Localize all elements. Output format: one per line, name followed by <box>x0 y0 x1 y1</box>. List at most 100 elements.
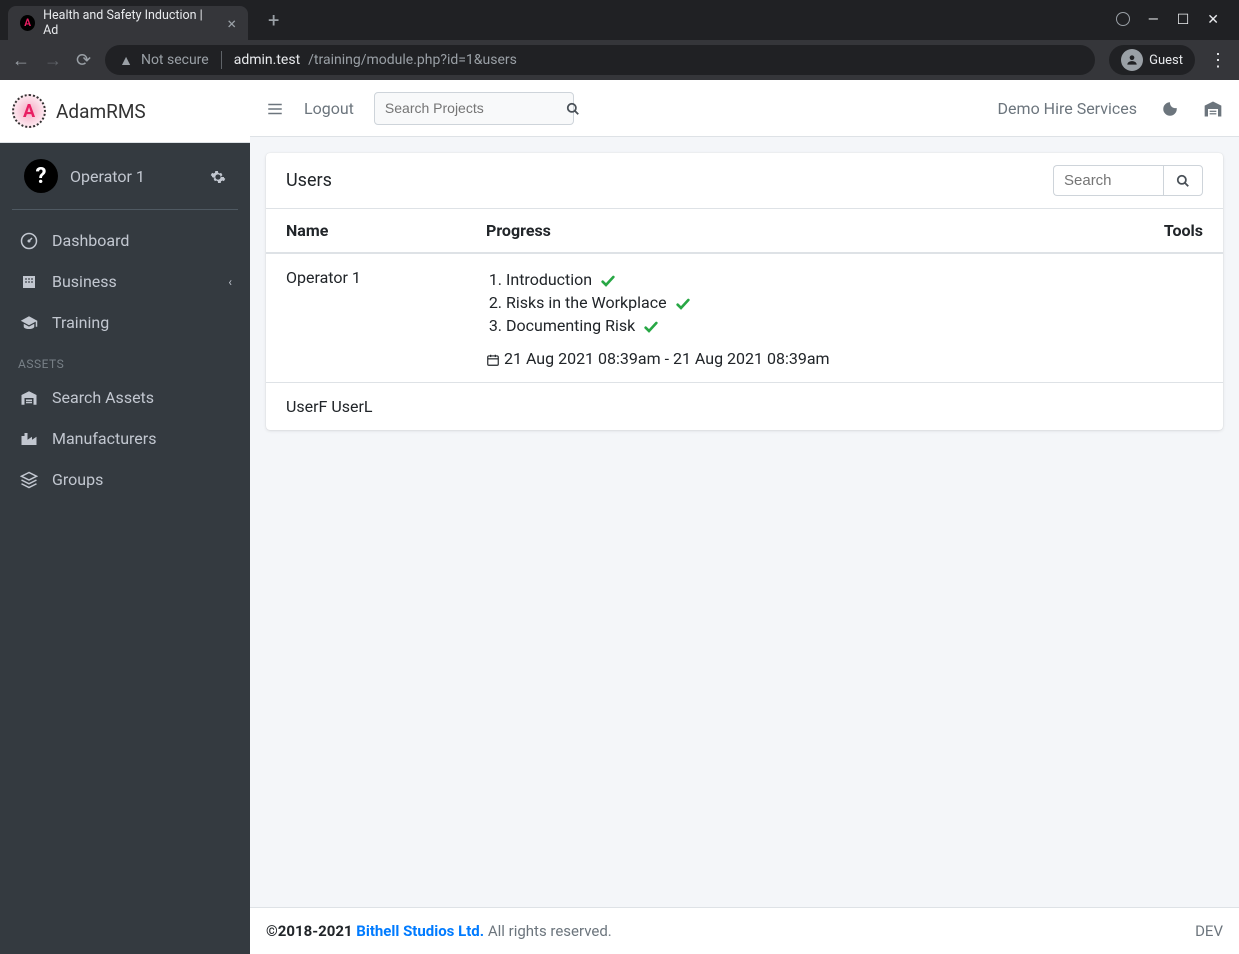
guest-avatar-icon <box>1121 49 1143 71</box>
users-card: Users Name Progress Tools <box>266 153 1223 430</box>
cell-progress <box>466 383 1094 431</box>
check-icon <box>675 293 691 312</box>
calendar-icon <box>486 349 500 368</box>
sidebar-item-manufacturers[interactable]: Manufacturers <box>8 418 242 459</box>
app-container: A AdamRMS ? Operator 1 Dashboard Busines… <box>0 80 1239 954</box>
project-search-input[interactable] <box>385 100 566 116</box>
tab-close-icon[interactable]: × <box>227 14 236 33</box>
industry-icon <box>18 428 40 449</box>
building-icon <box>18 271 40 292</box>
sidebar: A AdamRMS ? Operator 1 Dashboard Busines… <box>0 80 250 954</box>
nav-menu: Dashboard Business ‹ Training ASSETS <box>0 210 250 954</box>
security-label: Not secure <box>141 52 209 68</box>
tab-bar: A Health and Safety Induction | Ad × + —… <box>0 0 1239 40</box>
window-controls: — ☐ ✕ <box>1116 12 1231 28</box>
reload-icon[interactable]: ⟳ <box>76 50 91 71</box>
nav-header-assets: ASSETS <box>8 343 242 377</box>
org-name[interactable]: Demo Hire Services <box>998 99 1137 118</box>
user-name[interactable]: Operator 1 <box>70 167 145 186</box>
chevron-left-icon: ‹ <box>228 275 232 289</box>
sidebar-item-search-assets[interactable]: Search Assets <box>8 377 242 418</box>
card-search-button[interactable] <box>1163 165 1203 196</box>
company-link[interactable]: Bithell Studios Ltd. <box>356 922 484 940</box>
url-host: admin.test <box>234 52 300 68</box>
content-area: Users Name Progress Tools <box>250 137 1239 907</box>
account-circle-icon[interactable] <box>1116 12 1130 26</box>
cell-name: UserF UserL <box>266 383 466 431</box>
topbar: Logout Demo Hire Services <box>250 80 1239 137</box>
col-tools: Tools <box>1094 209 1223 254</box>
sidebar-item-label: Search Assets <box>52 388 154 407</box>
brand-name: AdamRMS <box>56 100 146 123</box>
sidebar-item-business[interactable]: Business ‹ <box>8 261 242 302</box>
cell-tools <box>1094 253 1223 383</box>
logout-link[interactable]: Logout <box>304 99 354 118</box>
favicon-icon: A <box>20 15 35 31</box>
kebab-menu-icon[interactable]: ⋮ <box>1209 50 1227 71</box>
sidebar-item-groups[interactable]: Groups <box>8 459 242 500</box>
copyright: ©2018-2021 <box>266 922 356 940</box>
sidebar-item-label: Dashboard <box>52 231 129 250</box>
browser-nav-bar: ← → ⟳ ▲ Not secure admin.test/training/m… <box>0 40 1239 80</box>
browser-tab[interactable]: A Health and Safety Induction | Ad × <box>8 6 248 40</box>
card-header: Users <box>266 153 1223 208</box>
card-search <box>1053 165 1203 196</box>
layers-icon <box>18 469 40 490</box>
warehouse-top-icon[interactable] <box>1203 97 1223 118</box>
insecure-icon: ▲ <box>119 52 133 69</box>
maximize-icon[interactable]: ☐ <box>1177 12 1190 28</box>
check-icon <box>600 270 616 289</box>
sidebar-item-label: Groups <box>52 470 103 489</box>
divider <box>221 51 222 69</box>
guest-label: Guest <box>1149 53 1183 68</box>
timestamp: 21 Aug 2021 08:39am - 21 Aug 2021 08:39a… <box>486 349 1074 368</box>
address-bar[interactable]: ▲ Not secure admin.test/training/module.… <box>105 45 1095 75</box>
env-label: DEV <box>1195 922 1223 940</box>
sidebar-item-training[interactable]: Training <box>8 302 242 343</box>
forward-icon: → <box>44 50 62 71</box>
sidebar-item-label: Manufacturers <box>52 429 156 448</box>
guest-badge[interactable]: Guest <box>1109 45 1195 75</box>
search-icon[interactable] <box>566 99 580 118</box>
hamburger-icon[interactable] <box>266 98 284 119</box>
settings-gear-icon[interactable] <box>210 167 226 186</box>
warehouse-icon <box>18 387 40 408</box>
sidebar-item-label: Training <box>52 313 109 332</box>
rights-text: All rights reserved. <box>484 922 612 940</box>
new-tab-button[interactable]: + <box>260 4 287 36</box>
brand-logo-icon: A <box>12 94 46 128</box>
sidebar-item-dashboard[interactable]: Dashboard <box>8 220 242 261</box>
topbar-right: Demo Hire Services <box>998 97 1223 118</box>
progress-item: Introduction <box>506 268 1074 291</box>
tab-title: Health and Safety Induction | Ad <box>43 8 211 38</box>
col-progress: Progress <box>466 209 1094 254</box>
dashboard-icon <box>18 230 40 251</box>
users-table: Name Progress Tools Operator 1Introducti… <box>266 208 1223 430</box>
graduation-cap-icon <box>18 312 40 333</box>
cell-progress: Introduction Risks in the Workplace Docu… <box>466 253 1094 383</box>
user-avatar-icon: ? <box>24 159 58 193</box>
check-icon <box>643 316 659 335</box>
brand[interactable]: A AdamRMS <box>0 80 250 143</box>
table-row: Operator 1Introduction Risks in the Work… <box>266 253 1223 383</box>
progress-item: Documenting Risk <box>506 314 1074 337</box>
col-name: Name <box>266 209 466 254</box>
card-title: Users <box>286 170 332 191</box>
main-content: Logout Demo Hire Services Users <box>250 80 1239 954</box>
minimize-icon[interactable]: — <box>1148 12 1159 28</box>
url-path: /training/module.php?id=1&users <box>308 52 517 68</box>
project-search <box>374 92 574 125</box>
sidebar-item-label: Business <box>52 272 117 291</box>
cell-name: Operator 1 <box>266 253 466 383</box>
card-search-input[interactable] <box>1053 165 1163 196</box>
close-window-icon[interactable]: ✕ <box>1207 12 1219 28</box>
table-row: UserF UserL <box>266 383 1223 431</box>
user-panel: ? Operator 1 <box>12 143 238 210</box>
browser-chrome: A Health and Safety Induction | Ad × + —… <box>0 0 1239 80</box>
cell-tools <box>1094 383 1223 431</box>
progress-item: Risks in the Workplace <box>506 291 1074 314</box>
back-icon[interactable]: ← <box>12 50 30 71</box>
search-icon <box>1176 174 1190 188</box>
dark-mode-icon[interactable] <box>1161 98 1179 119</box>
footer: ©2018-2021 Bithell Studios Ltd. All righ… <box>250 907 1239 954</box>
